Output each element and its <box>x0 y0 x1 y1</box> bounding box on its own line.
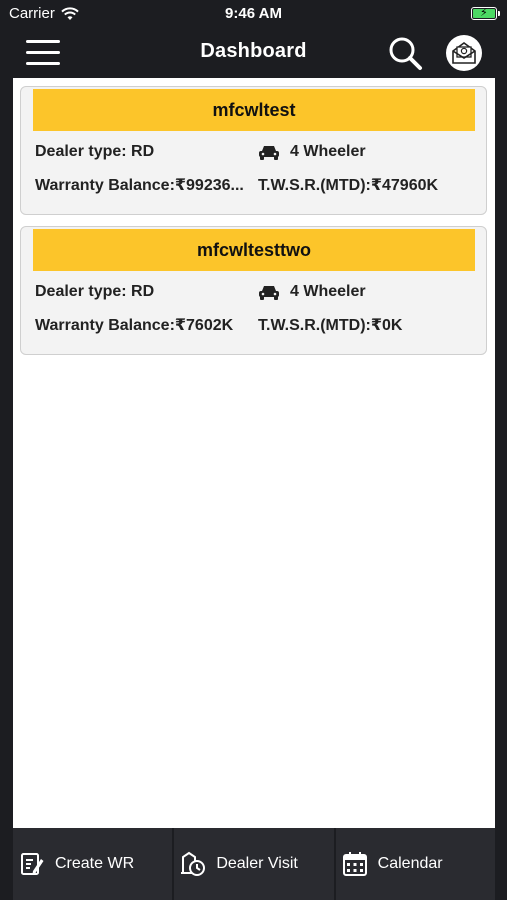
battery-icon: ⚡ <box>471 7 500 20</box>
mail-icon <box>452 42 476 64</box>
tab-label: Dealer Visit <box>216 855 298 872</box>
calendar-icon <box>342 852 367 876</box>
tab-calendar[interactable]: Calendar <box>333 828 495 900</box>
vehicle-type: 4 Wheeler <box>258 143 366 161</box>
dealer-name: mfcwltest <box>33 89 475 131</box>
vehicle-type: 4 Wheeler <box>258 283 366 301</box>
dealer-list: mfcwltest Dealer type: RD 4 Wheeler Warr… <box>13 78 495 828</box>
car-icon <box>259 286 279 300</box>
notifications-button[interactable] <box>446 35 482 71</box>
tab-dealer-visit[interactable]: Dealer Visit <box>172 828 334 900</box>
dealer-type: Dealer type: RD <box>35 143 155 160</box>
vehicle-label: 4 Wheeler <box>290 283 366 300</box>
dealer-name: mfcwltesttwo <box>33 229 475 271</box>
bottom-tab-bar: Create WR Dealer Visit Calendar <box>13 828 495 900</box>
clock: 9:46 AM <box>225 5 282 22</box>
dealer-card[interactable]: mfcwltest Dealer type: RD 4 Wheeler Warr… <box>20 86 487 215</box>
tab-create-wr[interactable]: Create WR <box>13 828 173 900</box>
warranty-balance: Warranty Balance:₹7602K <box>35 317 234 334</box>
car-icon <box>259 146 279 160</box>
twsr-value: T.W.S.R.(MTD):₹47960K <box>258 177 439 194</box>
tab-label: Create WR <box>55 855 135 872</box>
status-bar: Carrier 9:46 AM ⚡ <box>0 0 507 28</box>
dealer-type: Dealer type: RD <box>35 283 155 300</box>
warranty-balance: Warranty Balance:₹99236... <box>35 177 244 194</box>
tab-label: Calendar <box>377 855 443 872</box>
page-title: Dashboard <box>200 40 307 62</box>
twsr-value: T.W.S.R.(MTD):₹0K <box>258 317 403 334</box>
search-icon <box>389 37 422 70</box>
create-wr-icon <box>21 853 44 875</box>
app-header: Dashboard <box>0 28 507 78</box>
dealer-visit-icon <box>181 851 206 876</box>
vehicle-label: 4 Wheeler <box>290 143 366 160</box>
dealer-card[interactable]: mfcwltesttwo Dealer type: RD 4 Wheeler W… <box>20 226 487 355</box>
search-button[interactable] <box>387 35 423 71</box>
